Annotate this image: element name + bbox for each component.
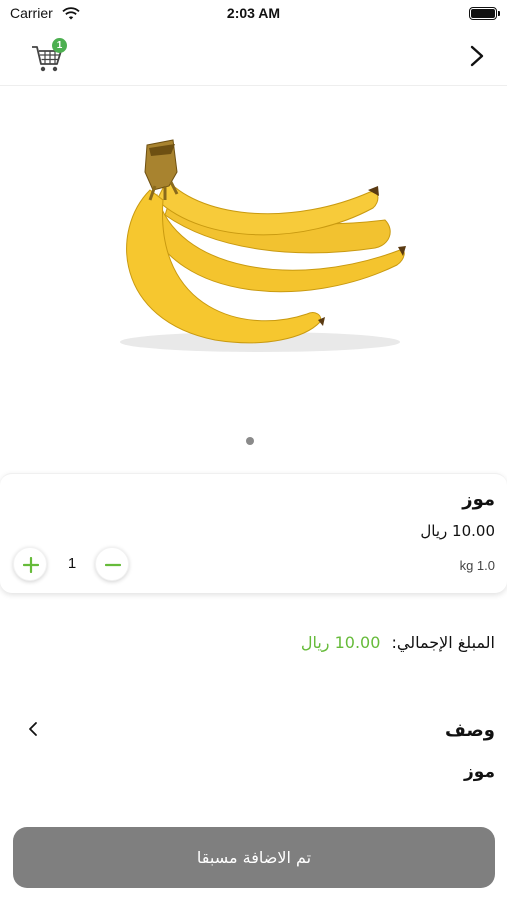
product-price: 10.00 ريال bbox=[420, 522, 495, 540]
chevron-right-icon bbox=[465, 45, 489, 74]
cart-button[interactable]: 1 bbox=[30, 38, 70, 74]
description-text: موز bbox=[464, 762, 495, 782]
carousel-page-indicator[interactable] bbox=[246, 437, 254, 445]
status-bar: Carrier 2:03 AM bbox=[0, 0, 507, 28]
total-value: 10.00 ريال bbox=[300, 633, 381, 652]
decrease-quantity-button[interactable] bbox=[95, 547, 129, 581]
chevron-left-icon bbox=[26, 720, 40, 738]
back-button[interactable] bbox=[465, 42, 489, 70]
already-added-button[interactable]: تم الاضافة مسبقا bbox=[13, 827, 495, 888]
quantity-value: 1 bbox=[67, 555, 77, 572]
nav-bar: 1 bbox=[0, 28, 507, 86]
cart-badge: 1 bbox=[52, 38, 67, 53]
product-image bbox=[95, 120, 415, 380]
product-name: موز bbox=[462, 489, 495, 510]
total-row: المبلغ الإجمالي: 10.00 ريال bbox=[12, 633, 495, 652]
battery-icon bbox=[469, 7, 500, 20]
total-label: المبلغ الإجمالي: bbox=[391, 633, 495, 652]
product-weight: kg 1.0 bbox=[459, 558, 495, 573]
clock: 2:03 AM bbox=[226, 5, 281, 21]
increase-quantity-button[interactable] bbox=[13, 547, 47, 581]
description-toggle[interactable]: وصف bbox=[0, 712, 507, 748]
description-label: وصف bbox=[444, 720, 495, 741]
product-card: موز 10.00 ريال kg 1.0 1 bbox=[0, 473, 507, 593]
